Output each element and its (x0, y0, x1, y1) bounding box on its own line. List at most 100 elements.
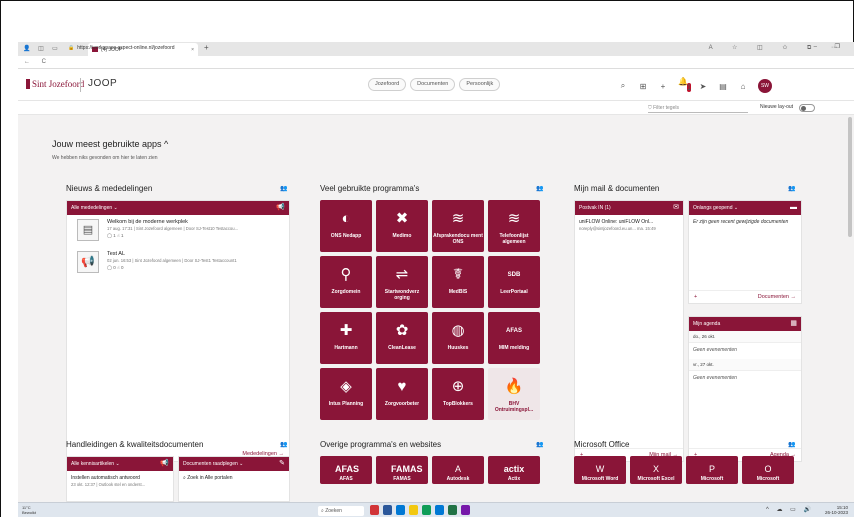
edit-icon: ✎ (279, 460, 285, 467)
profile-icon[interactable]: 👤 (22, 44, 32, 54)
filter-tiles-input[interactable]: ⛉ Filter tegels (648, 103, 748, 113)
clock[interactable]: 15:10 26-10-2023 (825, 505, 848, 515)
news-item-stats: ◯ 1 ☝ 1 (107, 233, 124, 238)
app-tile[interactable]: ◈ Intus Planning (320, 368, 372, 420)
taskbar-app-icon[interactable] (435, 505, 444, 515)
app-tile[interactable]: actix Actix (488, 456, 540, 484)
url-field[interactable]: 🔒 https://workspace.aspect-online.nl/joze… (68, 44, 708, 53)
docs-lookup-bar[interactable]: Documenten raadplegen ⌄ ✎ (179, 457, 289, 471)
people-icon[interactable]: 👥 (280, 185, 287, 192)
calendar-icon: ▦ (790, 320, 797, 327)
pill-documenten[interactable]: Documenten (410, 78, 456, 91)
app-tile[interactable]: O Microsoft (742, 456, 794, 484)
app-tile[interactable]: W Microsoft Word (574, 456, 626, 484)
taskbar-search[interactable]: ⌕ Zoeken (318, 506, 364, 516)
people-icon[interactable]: 👥 (788, 441, 795, 448)
back-forward-reload[interactable]: ← C (24, 59, 51, 65)
taskbar-app-icon[interactable] (422, 505, 431, 515)
people-icon[interactable]: 👥 (280, 441, 287, 448)
recent-apps-empty: We hebben niks gevonden om hier te laten… (52, 155, 158, 161)
taskbar-app-icon[interactable] (396, 505, 405, 515)
agenda-bar[interactable]: Mijn agenda ▦ (689, 317, 801, 331)
app-tile[interactable]: ♥ Zorgvoorbeter (376, 368, 428, 420)
news-item[interactable]: 📢 Test AL 02 jun. 16:53 | Sint Jozefoord… (67, 247, 289, 279)
recent-docs-bar[interactable]: Onlangs geopend ⌄ ▬ (689, 201, 801, 215)
app-tile[interactable]: ◍ Huuskes (432, 312, 484, 364)
pill-jozefoord[interactable]: Jozefoord (368, 78, 407, 91)
calendar-icon[interactable]: ▤ (718, 82, 728, 91)
taskbar-app-icon[interactable] (448, 505, 457, 515)
kb-bar[interactable]: Alle kennisartikelen ⌄ 📢 (67, 457, 173, 471)
app-tile[interactable]: ≋ Telefoonlijst algemeen (488, 200, 540, 252)
app-tile[interactable]: A Autodesk (432, 456, 484, 484)
app-tile[interactable]: AFAS MIM melding (488, 312, 540, 364)
people-icon[interactable]: 👥 (536, 185, 543, 192)
lock-icon: 🔒 (68, 45, 75, 51)
office-section-title: Microsoft Office (574, 440, 630, 449)
bell-icon[interactable]: 🔔1 (678, 77, 692, 95)
agenda-day: do., 26 okt. (689, 331, 801, 343)
new-document-button[interactable]: + (694, 294, 697, 300)
programs-section-title: Veel gebruikte programma's (320, 184, 420, 193)
app-tile-icon: ⚲ (340, 266, 352, 283)
app-tile-label: ONS Nedapp (330, 233, 362, 239)
send-icon[interactable]: ➤ (698, 82, 708, 91)
app-tile[interactable]: ◐ ONS Nedapp (320, 200, 372, 252)
taskbar-app-icon[interactable] (409, 505, 418, 515)
pill-persoonlijk[interactable]: Persoonlijk (459, 78, 501, 91)
avatar[interactable]: SW (758, 79, 772, 93)
tab-actions-icon[interactable]: ▭ (50, 44, 60, 54)
news-filter-bar[interactable]: Alle mededelingen ⌄ 📢 (67, 201, 289, 215)
other-section-title: Overige programma's en websites (320, 440, 442, 449)
documents-link[interactable]: Documenten → (758, 291, 796, 304)
people-icon[interactable]: 👥 (788, 185, 795, 192)
taskbar-app-icon[interactable] (383, 505, 392, 515)
app-tile[interactable]: ⇌ Startwondverz orging (376, 256, 428, 308)
news-item[interactable]: ▤ Welkom bij de moderne werkplek 17 aug.… (67, 215, 289, 247)
jozefoord-logo[interactable]: Sint Jozefoord (26, 79, 84, 89)
clock-date: 26-10-2023 (824, 510, 848, 515)
app-tile[interactable]: 🔥 BHV Ontruimingspl... (488, 368, 540, 420)
megaphone-icon[interactable]: 📢 (276, 201, 285, 215)
document-thumb-icon: ▤ (77, 219, 99, 241)
app-tile[interactable]: P Microsoft (686, 456, 738, 484)
browser-toolbar-icons[interactable]: A ☆ ◫ ✩ ⧉ ⋯ (709, 44, 846, 52)
add-icon[interactable]: + (658, 82, 668, 91)
building-icon[interactable]: ⌂ (738, 82, 748, 91)
app-tile[interactable]: X Microsoft Excel (630, 456, 682, 484)
app-tile[interactable]: ☤ MedBIS (432, 256, 484, 308)
weather-widget[interactable]: 11°C Bewolkt (22, 505, 36, 515)
app-tile[interactable]: ✖ Medimo (376, 200, 428, 252)
scrollbar[interactable] (848, 117, 852, 237)
app-tile[interactable]: ✚ Hartmann (320, 312, 372, 364)
workspaces-icon[interactable]: ◫ (36, 44, 46, 54)
app-tile[interactable]: ≋ Afsprakendocu ment ONS (432, 200, 484, 252)
taskbar-app-icon[interactable] (461, 505, 470, 515)
search-icon[interactable]: ⌕ (618, 81, 628, 91)
app-tile[interactable]: AFAS AFAS (320, 456, 372, 484)
kb-item[interactable]: Instellen automatisch antwoord 23 okt. 12… (67, 471, 173, 491)
app-tile-label: Microsoft (700, 476, 724, 482)
app-tile-icon: ✖ (395, 210, 409, 227)
mail-section-title: Mijn mail & documenten (574, 184, 660, 193)
apps-grid-icon[interactable]: ⊞ (638, 82, 648, 91)
app-tile[interactable]: SDB LeerPortaal (488, 256, 540, 308)
taskbar-app-icon[interactable] (370, 505, 379, 515)
app-tile-label: Intus Planning (328, 401, 364, 407)
app-tile[interactable]: ⊕ TopBlokkers (432, 368, 484, 420)
inbox-label: Postvak IN (1) (579, 205, 611, 211)
docs-search-input[interactable]: ⌕ Zoek in Alle portalen (179, 471, 289, 485)
recent-docs-footer: + Documenten → (689, 290, 801, 303)
inbox-bar[interactable]: Postvak IN (1) ✉ (575, 201, 683, 215)
app-tile-label: Telefoonlijst algemeen (499, 233, 529, 245)
app-tile[interactable]: ✿ CleanLease (376, 312, 428, 364)
app-tile-icon: ◈ (340, 378, 352, 395)
filter-placeholder: Filter tegels (653, 105, 679, 111)
mail-item[interactable]: uniFLOW Online: uniFLOW Onl... noreply@s… (575, 215, 683, 235)
new-layout-toggle[interactable] (799, 104, 815, 112)
recent-apps-title[interactable]: Jouw meest gebruikte apps ^ (52, 139, 168, 149)
app-tile[interactable]: ⚲ Zorgdomein (320, 256, 372, 308)
system-tray-icons[interactable]: ^ ☁ ▭ 🔊 (766, 506, 814, 513)
app-tile[interactable]: FAMAS FAMAS (376, 456, 428, 484)
people-icon[interactable]: 👥 (536, 441, 543, 448)
